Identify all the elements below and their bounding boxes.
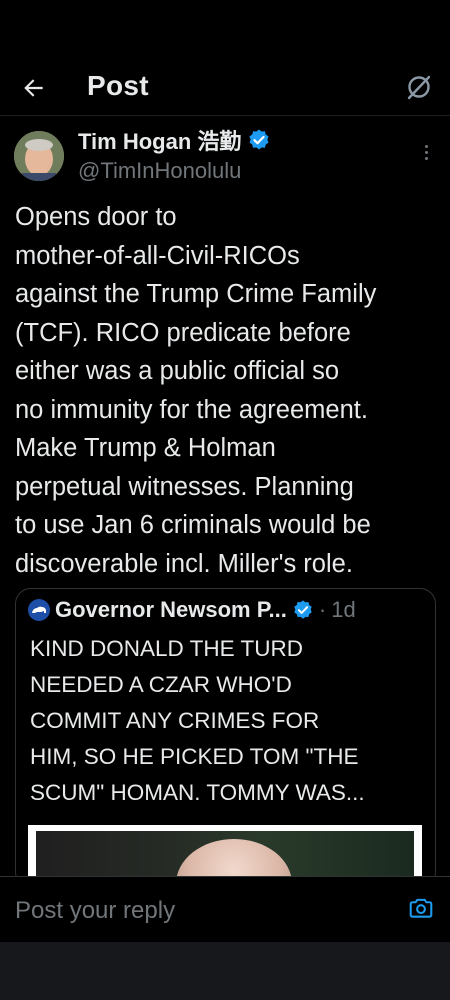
quoted-author-name: Governor Newsom P... <box>55 597 287 622</box>
more-vertical-icon <box>424 144 428 148</box>
grok-icon <box>407 75 431 100</box>
dot-separator: · <box>318 597 327 622</box>
quoted-post-header: Governor Newsom P... · 1d <box>28 597 428 623</box>
verified-badge-icon <box>294 600 312 619</box>
camera-button[interactable] <box>408 895 434 921</box>
top-app-bar: Post <box>0 58 450 116</box>
quoted-post[interactable]: Governor Newsom P... · 1d KIND DONALD TH… <box>15 588 436 888</box>
post-text: Opens door to mother-of-all-Civil-RICOs … <box>15 203 377 578</box>
grok-button[interactable] <box>402 70 436 104</box>
arrow-left-icon <box>24 79 43 97</box>
more-options-button[interactable] <box>416 140 436 164</box>
page-title: Post <box>87 70 149 101</box>
post-author: Tim Hogan 浩勤 @TimInHonolulu <box>0 118 450 198</box>
quoted-timestamp: 1d <box>331 597 356 622</box>
back-button[interactable] <box>18 72 50 104</box>
bear-logo-icon <box>32 606 46 613</box>
bottom-navigation-bar <box>0 942 450 1000</box>
quoted-post-text: KIND DONALD THE TURD NEEDED A CZAR WHO'D… <box>30 636 365 805</box>
camera-icon <box>409 898 433 918</box>
quoted-avatar <box>28 599 50 621</box>
verified-badge-icon <box>249 129 269 150</box>
author-handle[interactable]: @TimInHonolulu <box>78 158 241 184</box>
author-name-row: Tim Hogan 浩勤 <box>78 124 271 156</box>
reply-bar: Post your reply <box>0 876 450 942</box>
reply-input[interactable]: Post your reply <box>15 897 175 925</box>
avatar[interactable] <box>14 131 64 181</box>
author-name[interactable]: Tim Hogan 浩勤 <box>78 124 241 156</box>
